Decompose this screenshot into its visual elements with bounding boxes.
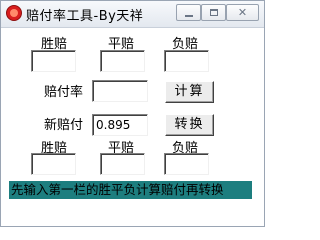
label-payout-rate: 赔付率 [44,85,84,100]
status-message: 先输入第一栏的胜平负计算赔付再转换 [9,181,252,199]
maximize-icon [210,9,218,16]
minimize-button[interactable] [176,4,201,21]
draw-odds-input[interactable] [100,50,145,72]
maximize-button[interactable] [201,4,226,21]
loss-odds-input[interactable] [164,50,209,72]
close-button[interactable]: ✕ [226,4,259,21]
minimize-icon [185,15,193,17]
loss-odds-result-field[interactable] [164,153,209,175]
calculate-button[interactable]: 计算 [165,81,214,103]
win-odds-result-field[interactable] [31,153,76,175]
new-payout-input[interactable]: 0.895 [92,114,148,136]
title-bar[interactable]: 赔付率工具-By天祥 ✕ [1,1,264,28]
close-icon: ✕ [237,6,248,19]
app-window: 赔付率工具-By天祥 ✕ 胜赔 平赔 负赔 赔付率 计算 新赔付 0.895 转… [0,0,265,227]
convert-button[interactable]: 转换 [165,114,214,136]
draw-odds-result-field[interactable] [100,153,145,175]
window-title: 赔付率工具-By天祥 [26,9,144,24]
payout-rate-input[interactable] [92,80,148,102]
win-odds-input[interactable] [31,50,76,72]
label-new-payout: 新赔付 [44,118,84,133]
app-icon[interactable] [6,5,22,21]
